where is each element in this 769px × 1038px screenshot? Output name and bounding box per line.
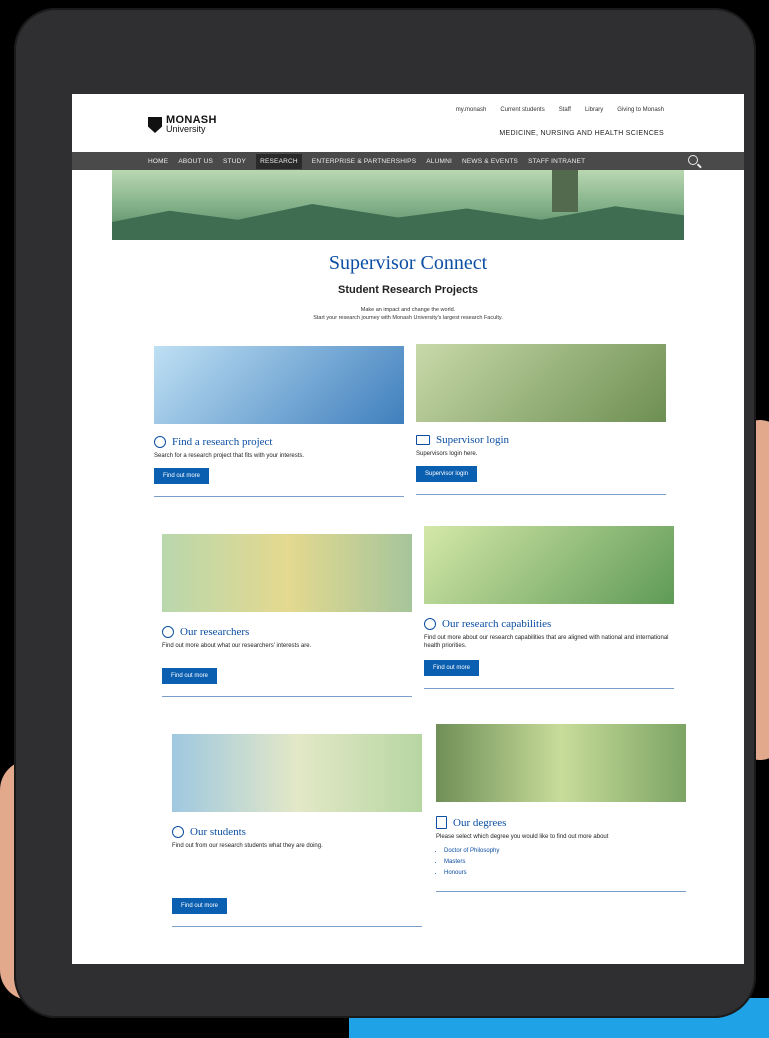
find-out-more-button[interactable]: Find out more <box>162 668 218 684</box>
book-icon <box>436 816 447 829</box>
find-out-more-button[interactable]: Find out more <box>154 468 210 484</box>
crest-icon <box>148 117 162 133</box>
card-title[interactable]: Our research capabilities <box>442 618 551 630</box>
nav-news-events[interactable]: NEWS & EVENTS <box>462 158 518 165</box>
util-link-staff[interactable]: Staff <box>559 107 571 113</box>
card-title[interactable]: Our degrees <box>453 817 506 829</box>
card-title[interactable]: Our students <box>190 826 246 838</box>
main-nav: HOME ABOUT US STUDY RESEARCH ENTERPRISE … <box>72 152 744 170</box>
divider <box>436 891 686 892</box>
card-text: Find out more about our research capabil… <box>424 635 669 649</box>
nav-research[interactable]: RESEARCH <box>256 153 302 169</box>
util-link-library[interactable]: Library <box>585 107 603 113</box>
card-title[interactable]: Supervisor login <box>436 434 509 446</box>
card-text: Find out more about what our researchers… <box>162 643 312 649</box>
page-title: Supervisor Connect <box>328 252 488 274</box>
card-text: Please select which degree you would lik… <box>436 834 609 840</box>
intro-line1: Make an impact and change the world. <box>360 307 456 313</box>
nav-home[interactable]: HOME <box>148 158 168 165</box>
card-text: Find out from our research students what… <box>172 843 323 849</box>
degree-link-masters[interactable]: Masters <box>444 857 686 868</box>
logo-line2: University <box>166 124 206 134</box>
researchers-image <box>162 534 412 612</box>
keyboard-image <box>416 344 666 422</box>
util-link-giving[interactable]: Giving to Monash <box>617 107 664 113</box>
card-text: Search for a research project that fits … <box>154 453 305 459</box>
target-icon <box>162 626 174 638</box>
util-link-my-monash[interactable]: my.monash <box>456 107 487 113</box>
page-intro: Make an impact and change the world. Sta… <box>72 306 744 322</box>
page-subtitle: Student Research Projects <box>338 284 478 296</box>
card-title[interactable]: Our researchers <box>180 626 249 638</box>
monash-logo[interactable]: MONASH University <box>148 115 217 134</box>
divider <box>416 494 666 495</box>
search-icon <box>154 436 166 448</box>
nav-study[interactable]: STUDY <box>223 158 246 165</box>
card-our-researchers: Our researchers Find out more about what… <box>162 534 412 697</box>
magnifier-image <box>154 346 404 424</box>
find-out-more-button[interactable]: Find out more <box>172 898 228 914</box>
nav-staff-intranet[interactable]: STAFF INTRANET <box>528 158 585 165</box>
utility-links: my.monash Current students Staff Library… <box>456 107 664 113</box>
faculty-name[interactable]: MEDICINE, NURSING AND HEALTH SCIENCES <box>499 130 664 137</box>
divider <box>424 688 674 689</box>
degree-list: Doctor of Philosophy Masters Honours <box>444 846 686 879</box>
biohazard-icon <box>424 618 436 630</box>
hiker-figure <box>552 170 578 212</box>
nav-alumni[interactable]: ALUMNI <box>426 158 452 165</box>
nav-about[interactable]: ABOUT US <box>178 158 213 165</box>
find-out-more-button[interactable]: Find out more <box>424 660 480 676</box>
tablet-screen: MONASH University my.monash Current stud… <box>72 94 744 964</box>
divider <box>172 926 422 927</box>
degrees-image <box>436 724 686 802</box>
card-research-capabilities: Our research capabilities Find out more … <box>424 526 674 689</box>
tablet-frame: MONASH University my.monash Current stud… <box>14 8 756 1018</box>
card-supervisor-login: Supervisor login Supervisors login here.… <box>416 344 666 495</box>
supervisor-login-button[interactable]: Supervisor login <box>416 466 478 482</box>
card-find-project: Find a research project Search for a res… <box>154 346 404 497</box>
intro-line2: Start your research journey with Monash … <box>313 315 503 321</box>
site-header: MONASH University my.monash Current stud… <box>72 94 744 152</box>
hero-banner <box>112 170 684 240</box>
card-text: Supervisors login here. <box>416 451 478 457</box>
students-image <box>172 734 422 812</box>
laptop-icon <box>416 435 430 445</box>
card-our-degrees: Our degrees Please select which degree y… <box>436 724 686 892</box>
util-link-current-students[interactable]: Current students <box>500 107 544 113</box>
card-title[interactable]: Find a research project <box>172 436 272 448</box>
mountain-ridge <box>112 204 684 240</box>
degree-link-honours[interactable]: Honours <box>444 868 686 879</box>
people-icon <box>172 826 184 838</box>
divider <box>154 496 404 497</box>
lab-flasks-image <box>424 526 674 604</box>
nav-enterprise[interactable]: ENTERPRISE & PARTNERSHIPS <box>312 158 416 165</box>
card-our-students: Our students Find out from our research … <box>172 734 422 927</box>
search-icon[interactable] <box>688 155 698 165</box>
divider <box>162 696 412 697</box>
degree-link-phd[interactable]: Doctor of Philosophy <box>444 846 686 857</box>
